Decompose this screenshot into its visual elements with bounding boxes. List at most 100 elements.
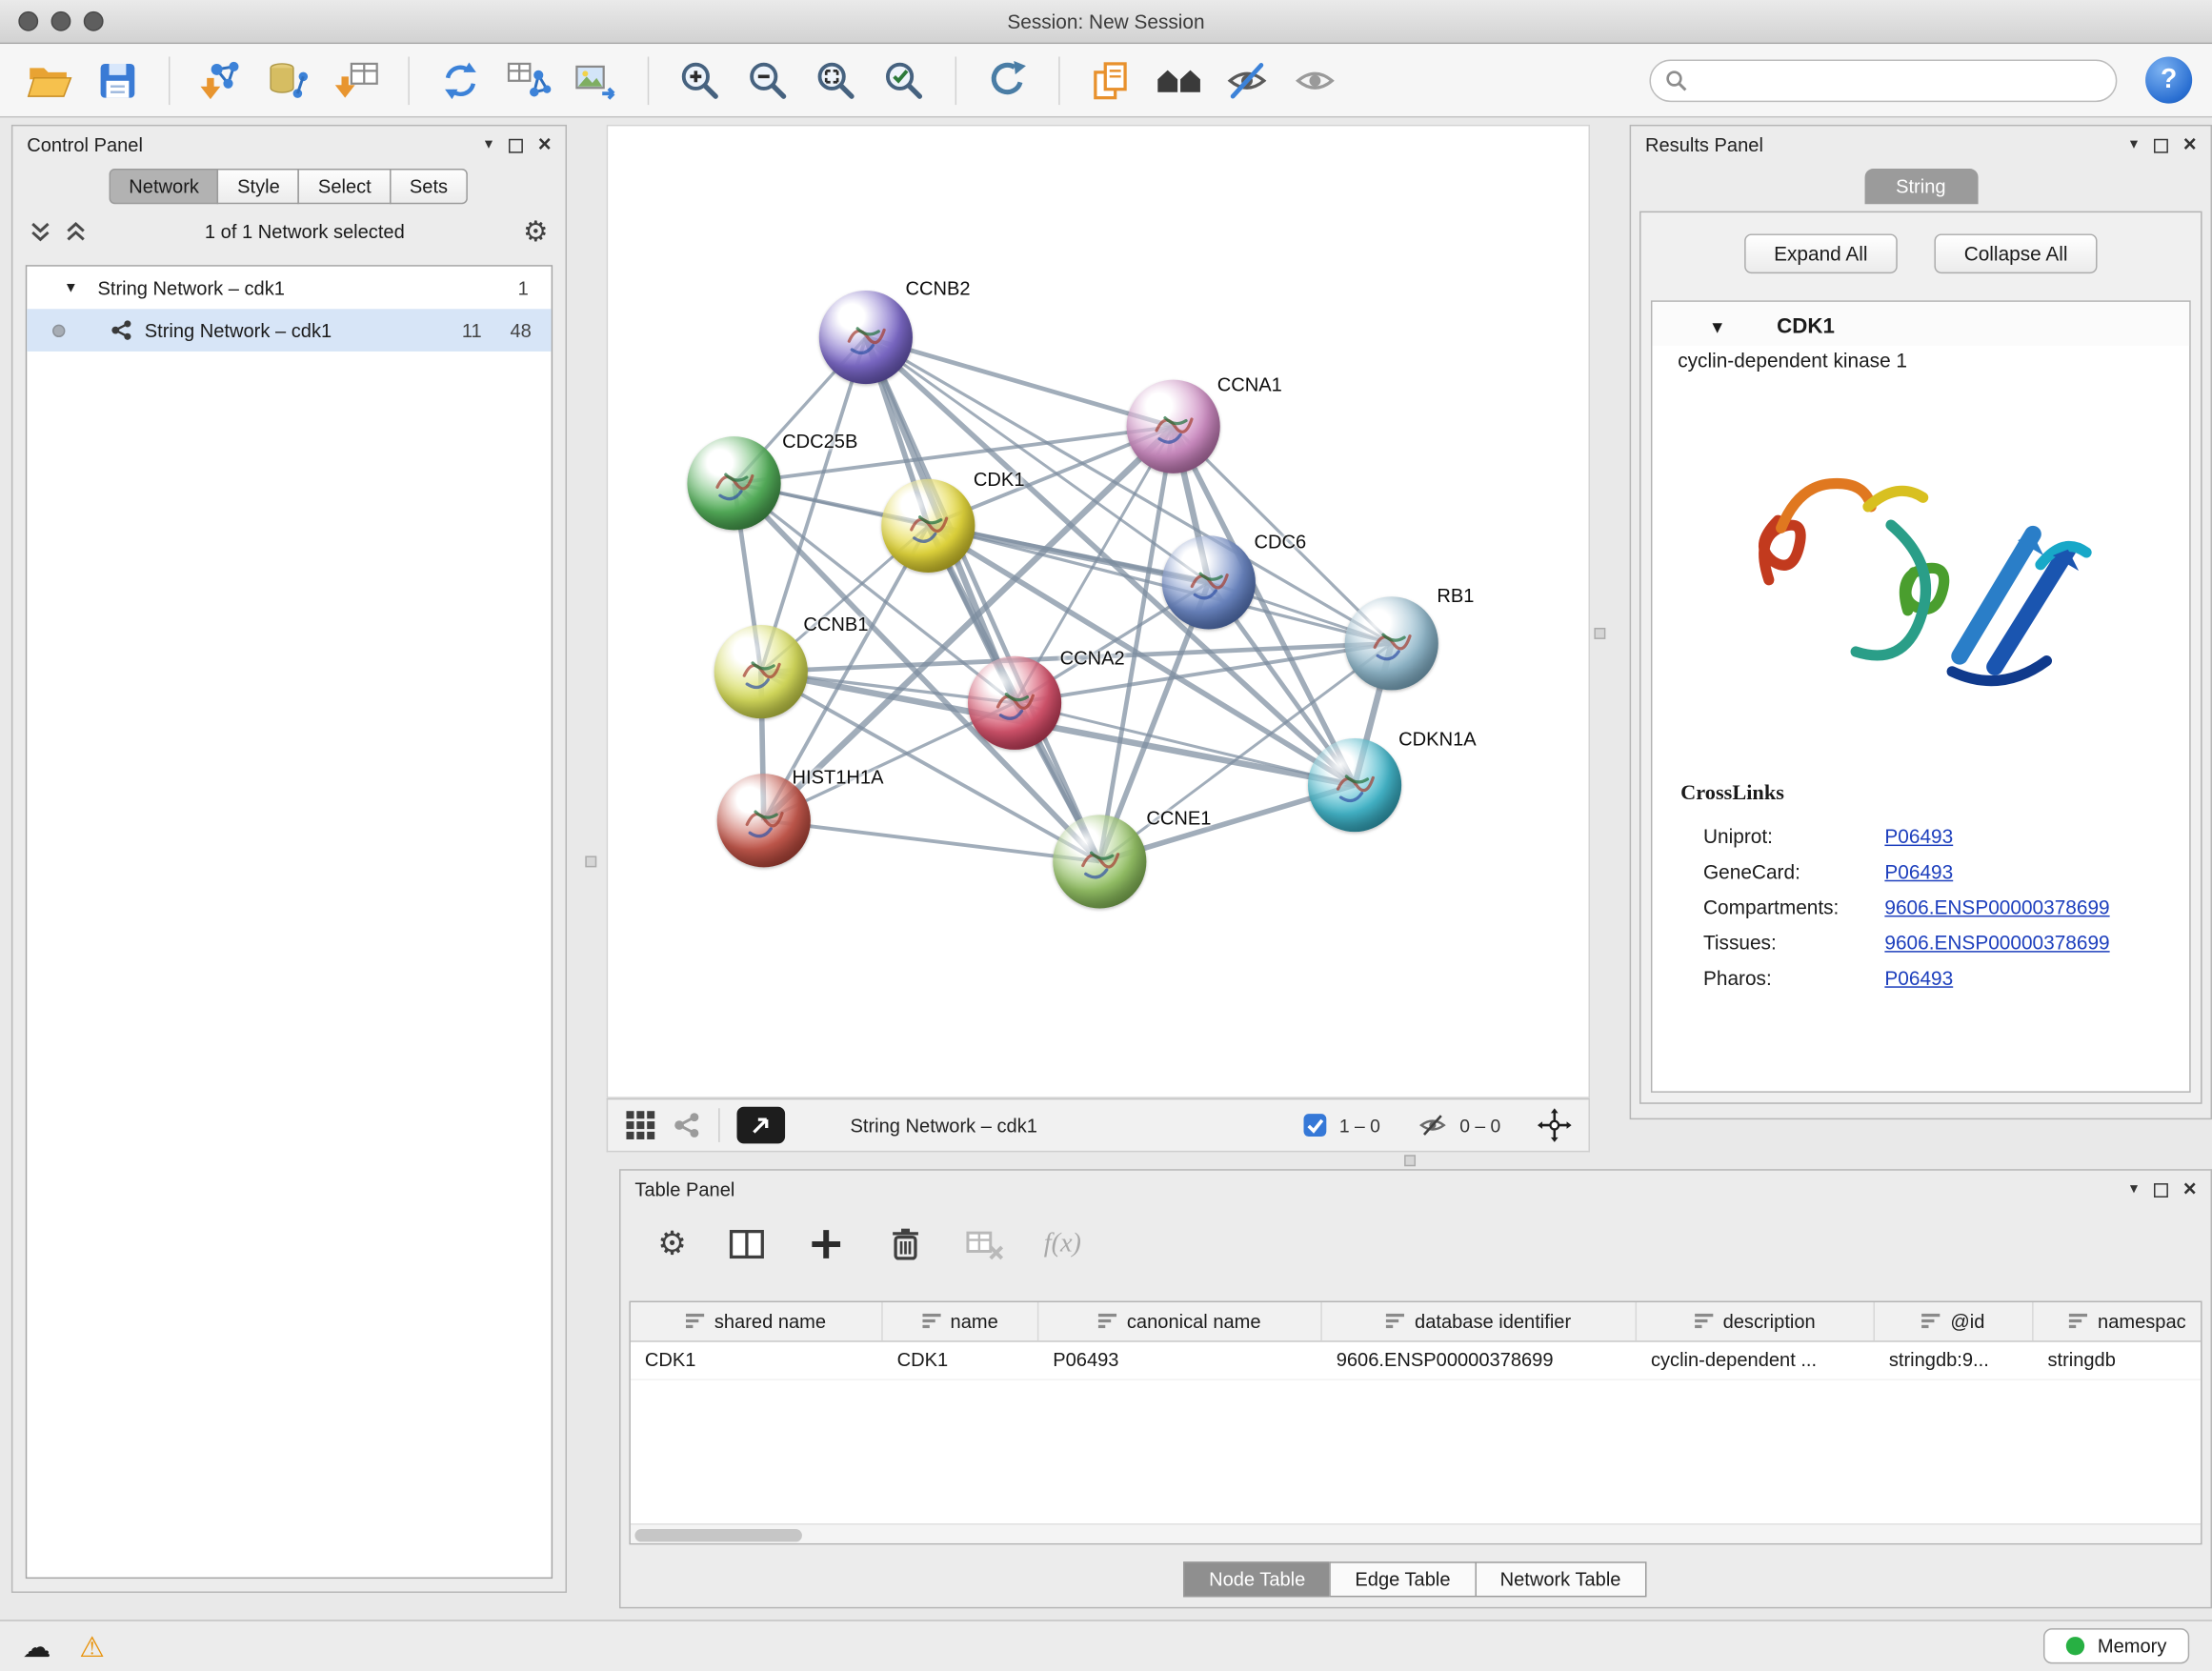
table-row[interactable]: CDK1CDK1P064939606.ENSP00000378699cyclin… bbox=[631, 1342, 2201, 1380]
column-header-name[interactable]: name bbox=[883, 1302, 1039, 1340]
copy-document-button[interactable] bbox=[1081, 50, 1140, 110]
zoom-selected-button[interactable] bbox=[875, 50, 934, 110]
float-panel-icon[interactable]: ▾ bbox=[2130, 137, 2138, 152]
column-header--id[interactable]: @id bbox=[1875, 1302, 2034, 1340]
network-collection-row[interactable]: ▼ String Network – cdk1 1 bbox=[27, 267, 551, 310]
maximize-panel-icon[interactable] bbox=[2154, 1182, 2168, 1197]
column-header-database-identifier[interactable]: database identifier bbox=[1322, 1302, 1637, 1340]
network-node-CDK1[interactable] bbox=[881, 479, 975, 573]
tab-node-table[interactable]: Node Table bbox=[1183, 1561, 1331, 1597]
add-column-icon[interactable] bbox=[806, 1224, 846, 1264]
eye-icon bbox=[1294, 59, 1337, 102]
column-header-description[interactable]: description bbox=[1637, 1302, 1875, 1340]
refresh-view-button[interactable] bbox=[977, 50, 1036, 110]
zoom-out-button[interactable] bbox=[738, 50, 797, 110]
network-view-icon[interactable] bbox=[674, 1111, 702, 1139]
collapse-caret-icon[interactable]: ▼ bbox=[1709, 316, 1726, 336]
collapse-all-button[interactable]: Collapse All bbox=[1934, 233, 2097, 273]
save-session-button[interactable] bbox=[88, 50, 147, 110]
show-columns-icon[interactable] bbox=[727, 1226, 767, 1263]
grid-view-icon[interactable] bbox=[625, 1110, 656, 1141]
tab-sets[interactable]: Sets bbox=[390, 169, 468, 204]
float-panel-icon[interactable]: ▾ bbox=[2130, 1182, 2138, 1198]
table-settings-gear-icon[interactable]: ⚙ bbox=[657, 1228, 687, 1260]
expand-all-button[interactable]: Expand All bbox=[1744, 233, 1898, 273]
new-network-button[interactable] bbox=[431, 50, 490, 110]
horizontal-scrollbar[interactable] bbox=[631, 1523, 2201, 1543]
show-details-button[interactable] bbox=[1285, 50, 1344, 110]
vertical-splitter-handle[interactable] bbox=[585, 856, 596, 867]
hide-details-button[interactable] bbox=[1217, 50, 1277, 110]
import-table-button[interactable] bbox=[328, 50, 387, 110]
minimize-window-button[interactable] bbox=[51, 11, 71, 31]
memory-button[interactable]: Memory bbox=[2043, 1628, 2189, 1663]
crosslink-link[interactable]: 9606.ENSP00000378699 bbox=[1884, 895, 2109, 917]
network-canvas[interactable]: CCNB2CCNA1CDC25BCDK1CDC6RB1CCNB1CCNA2CDK… bbox=[607, 125, 1590, 1098]
delete-column-trash-icon[interactable] bbox=[885, 1224, 925, 1264]
crosslink-link[interactable]: P06493 bbox=[1884, 966, 1953, 989]
import-network-file-button[interactable] bbox=[191, 50, 251, 110]
crosslink-link[interactable]: 9606.ENSP00000378699 bbox=[1884, 931, 2109, 954]
export-image-button[interactable] bbox=[567, 50, 626, 110]
close-panel-icon[interactable]: × bbox=[2183, 134, 2197, 157]
column-header-shared-name[interactable]: shared name bbox=[631, 1302, 883, 1340]
column-header-canonical-name[interactable]: canonical name bbox=[1038, 1302, 1322, 1340]
network-title: String Network – cdk1 bbox=[851, 1115, 1037, 1136]
scrollbar-thumb[interactable] bbox=[634, 1528, 802, 1540]
open-session-button[interactable] bbox=[20, 50, 79, 110]
crosslink-link[interactable]: P06493 bbox=[1884, 859, 1953, 882]
tab-network[interactable]: Network bbox=[109, 169, 218, 204]
hidden-eye-slash-icon[interactable] bbox=[1418, 1111, 1449, 1139]
open-in-window-button[interactable] bbox=[737, 1107, 786, 1144]
import-network-database-button[interactable] bbox=[259, 50, 318, 110]
maximize-panel-icon[interactable] bbox=[509, 138, 523, 152]
close-window-button[interactable] bbox=[18, 11, 38, 31]
search-box[interactable] bbox=[1649, 59, 2117, 102]
gear-icon[interactable]: ⚙ bbox=[523, 217, 549, 246]
horizontal-splitter-handle[interactable] bbox=[1404, 1155, 1416, 1166]
network-node-CDC6[interactable] bbox=[1162, 535, 1256, 629]
network-node-CCNA1[interactable] bbox=[1127, 380, 1220, 473]
search-input[interactable] bbox=[1698, 70, 2101, 91]
table-toolbar: ⚙ f(x) bbox=[621, 1209, 2211, 1274]
expand-all-icon[interactable] bbox=[65, 220, 86, 241]
crosslink-label: Uniprot: bbox=[1703, 824, 1884, 847]
cloud-icon[interactable]: ☁ bbox=[23, 1632, 51, 1661]
network-from-selection-button[interactable] bbox=[499, 50, 558, 110]
tab-string[interactable]: String bbox=[1864, 169, 1978, 204]
close-panel-icon[interactable]: × bbox=[2183, 1178, 2197, 1201]
close-panel-icon[interactable]: × bbox=[538, 134, 552, 157]
network-node-CCNB1[interactable] bbox=[714, 625, 808, 718]
network-row[interactable]: String Network – cdk1 11 48 bbox=[27, 309, 551, 352]
column-header-label: name bbox=[951, 1311, 998, 1332]
network-node-CCNE1[interactable] bbox=[1053, 815, 1146, 908]
selected-checkbox-icon[interactable] bbox=[1302, 1113, 1328, 1138]
column-header-namespac[interactable]: namespac bbox=[2034, 1302, 2202, 1340]
network-node-RB1[interactable] bbox=[1345, 596, 1438, 690]
tab-network-table[interactable]: Network Table bbox=[1475, 1561, 1646, 1597]
collapse-all-icon[interactable] bbox=[30, 220, 50, 241]
pan-crosshair-icon[interactable] bbox=[1538, 1108, 1572, 1142]
vertical-splitter-handle[interactable] bbox=[1594, 628, 1605, 639]
node-details-header[interactable]: ▼ CDK1 bbox=[1652, 302, 2189, 346]
column-icon bbox=[2069, 1312, 2087, 1330]
maximize-window-button[interactable] bbox=[84, 11, 104, 31]
maximize-panel-icon[interactable] bbox=[2154, 138, 2168, 152]
table-panel-title: Table Panel bbox=[634, 1179, 734, 1200]
crosslink-link[interactable]: P06493 bbox=[1884, 824, 1953, 847]
network-node-CCNB2[interactable] bbox=[819, 291, 913, 384]
zoom-fit-button[interactable] bbox=[806, 50, 865, 110]
warning-icon[interactable]: ⚠ bbox=[79, 1632, 105, 1661]
tab-style[interactable]: Style bbox=[217, 169, 299, 204]
network-node-label: CCNA2 bbox=[1060, 648, 1125, 669]
network-node-CDKN1A[interactable] bbox=[1308, 738, 1401, 832]
home-button[interactable] bbox=[1149, 50, 1208, 110]
tab-select[interactable]: Select bbox=[298, 169, 391, 204]
tree-caret-icon[interactable]: ▼ bbox=[64, 280, 78, 295]
tab-edge-table[interactable]: Edge Table bbox=[1330, 1561, 1477, 1597]
float-panel-icon[interactable]: ▾ bbox=[485, 137, 493, 152]
zoom-in-button[interactable] bbox=[671, 50, 730, 110]
network-node-CDC25B[interactable] bbox=[687, 436, 780, 530]
help-button[interactable]: ? bbox=[2145, 57, 2192, 104]
network-node-CCNA2[interactable] bbox=[968, 656, 1061, 750]
